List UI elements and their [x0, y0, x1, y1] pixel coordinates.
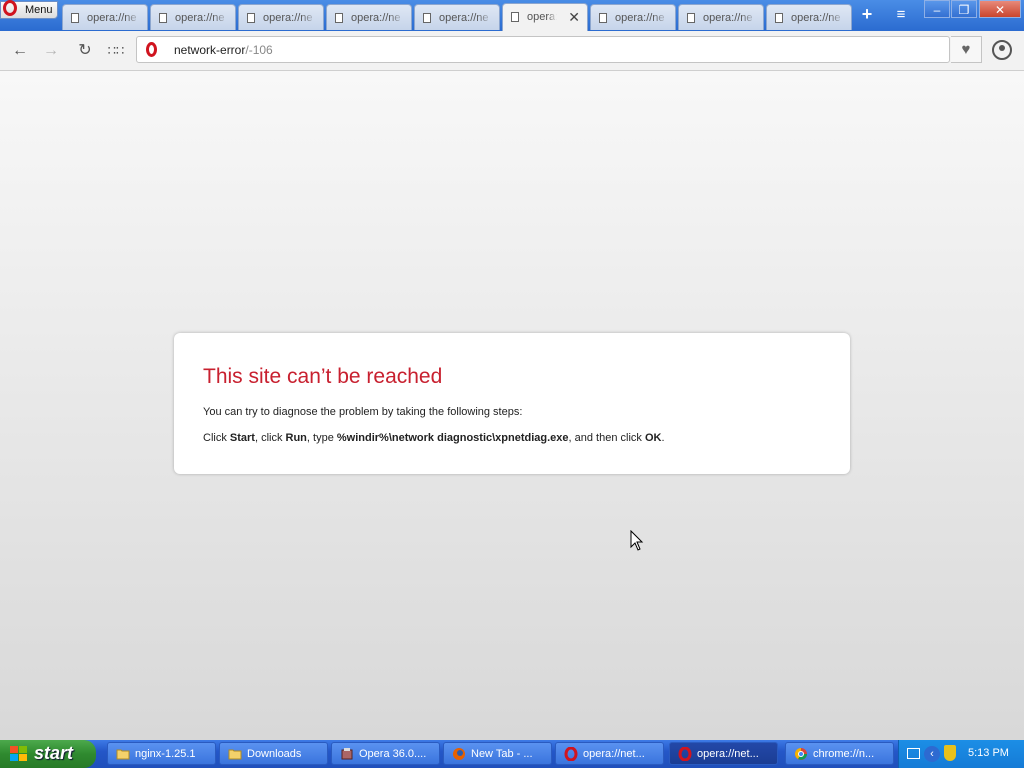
- windows-flag-icon: [10, 746, 27, 761]
- taskbar-item[interactable]: Opera 36.0....: [331, 742, 440, 765]
- tab[interactable]: opera://ne: [62, 4, 148, 30]
- document-icon: [775, 13, 783, 23]
- tab[interactable]: opera://ne: [414, 4, 500, 30]
- system-tray: ‹ 5:13 PM: [898, 740, 1024, 768]
- tab-title: opera://ne: [439, 12, 489, 24]
- tab[interactable]: opera://ne: [238, 4, 324, 30]
- folder-icon: [116, 749, 130, 760]
- document-icon: [511, 12, 519, 22]
- page-content: This site can’t be reached You can try t…: [0, 71, 1024, 740]
- opera-logo-icon: [146, 42, 157, 57]
- tab-title: opera://ne: [87, 12, 137, 24]
- tab[interactable]: opera://ne: [150, 4, 236, 30]
- error-title: This site can’t be reached: [203, 365, 443, 388]
- heart-bookmark-icon[interactable]: ♥: [951, 36, 982, 63]
- tab[interactable]: opera://ne: [766, 4, 852, 30]
- new-tab-icon[interactable]: +: [857, 4, 877, 26]
- tab[interactable]: opera://ne: [326, 4, 412, 30]
- url-text[interactable]: network-error/-106: [174, 43, 273, 57]
- document-icon: [247, 13, 255, 23]
- taskbar: start nginx-1.25.1 Downloads Opera 36.0.…: [0, 740, 1024, 768]
- browser-tab-strip: Menu opera://ne opera://ne opera://ne op…: [0, 0, 1024, 31]
- opera-icon: [564, 747, 578, 761]
- tab-title: opera://ne: [615, 12, 665, 24]
- security-shield-icon[interactable]: [944, 745, 956, 761]
- document-icon: [159, 13, 167, 23]
- tab-title: opera://ne: [791, 12, 841, 24]
- close-tab-icon[interactable]: ✕: [568, 9, 580, 26]
- tab-title: opera://ne: [263, 12, 313, 24]
- document-icon: [599, 13, 607, 23]
- start-label: start: [34, 743, 74, 763]
- opera-logo-icon: [3, 0, 17, 16]
- tab-title: opera://ne: [175, 12, 225, 24]
- restore-icon[interactable]: ❐: [951, 0, 977, 18]
- opera-icon: [678, 747, 692, 761]
- tab-active[interactable]: opera:/ ✕: [502, 3, 588, 31]
- back-arrow-icon[interactable]: ←: [10, 41, 30, 61]
- tab-title: opera://ne: [351, 12, 401, 24]
- opera-menu-button[interactable]: Menu: [0, 0, 58, 19]
- speed-dial-grid-icon[interactable]: ∷∷: [106, 41, 126, 61]
- clock[interactable]: 5:13 PM: [968, 747, 1009, 759]
- keyboard-icon[interactable]: [907, 748, 920, 759]
- reload-icon[interactable]: ↻: [75, 41, 95, 61]
- navigation-bar: ← → ↻ ∷∷ network-error/-106 ♥: [0, 31, 1024, 71]
- start-button[interactable]: start: [0, 740, 96, 768]
- installer-icon: [341, 748, 353, 760]
- tab[interactable]: opera://ne: [590, 4, 676, 30]
- tab-title: opera://ne: [703, 12, 753, 24]
- taskbar-item[interactable]: Downloads: [219, 742, 328, 765]
- taskbar-item[interactable]: New Tab - ...: [443, 742, 552, 765]
- error-steps: Click Start, click Run, type %windir%\ne…: [203, 432, 665, 444]
- tab-menu-icon[interactable]: ≡: [891, 6, 911, 24]
- document-icon: [71, 13, 79, 23]
- forward-arrow-icon[interactable]: →: [41, 41, 61, 61]
- document-icon: [687, 13, 695, 23]
- tab[interactable]: opera://ne: [678, 4, 764, 30]
- close-window-icon[interactable]: ✕: [979, 0, 1021, 18]
- error-card: This site can’t be reached You can try t…: [174, 333, 850, 474]
- menu-label: Menu: [25, 4, 53, 16]
- minimize-icon[interactable]: –: [924, 0, 950, 18]
- taskbar-item[interactable]: opera://net...: [555, 742, 664, 765]
- tab-title: opera:/: [527, 11, 557, 23]
- document-icon: [335, 13, 343, 23]
- document-icon: [423, 13, 431, 23]
- chrome-icon: [795, 748, 807, 760]
- window-controls: – ❐ ✕: [924, 0, 1022, 20]
- show-hidden-icons-icon[interactable]: ‹: [924, 746, 940, 762]
- taskbar-item[interactable]: chrome://n...: [785, 742, 894, 765]
- taskbar-item[interactable]: nginx-1.25.1: [107, 742, 216, 765]
- taskbar-item-active[interactable]: opera://net...: [669, 742, 778, 765]
- firefox-icon: [453, 748, 465, 760]
- folder-icon: [228, 749, 242, 760]
- address-bar[interactable]: network-error/-106: [136, 36, 950, 63]
- error-description: You can try to diagnose the problem by t…: [203, 406, 523, 418]
- account-icon[interactable]: [992, 40, 1012, 60]
